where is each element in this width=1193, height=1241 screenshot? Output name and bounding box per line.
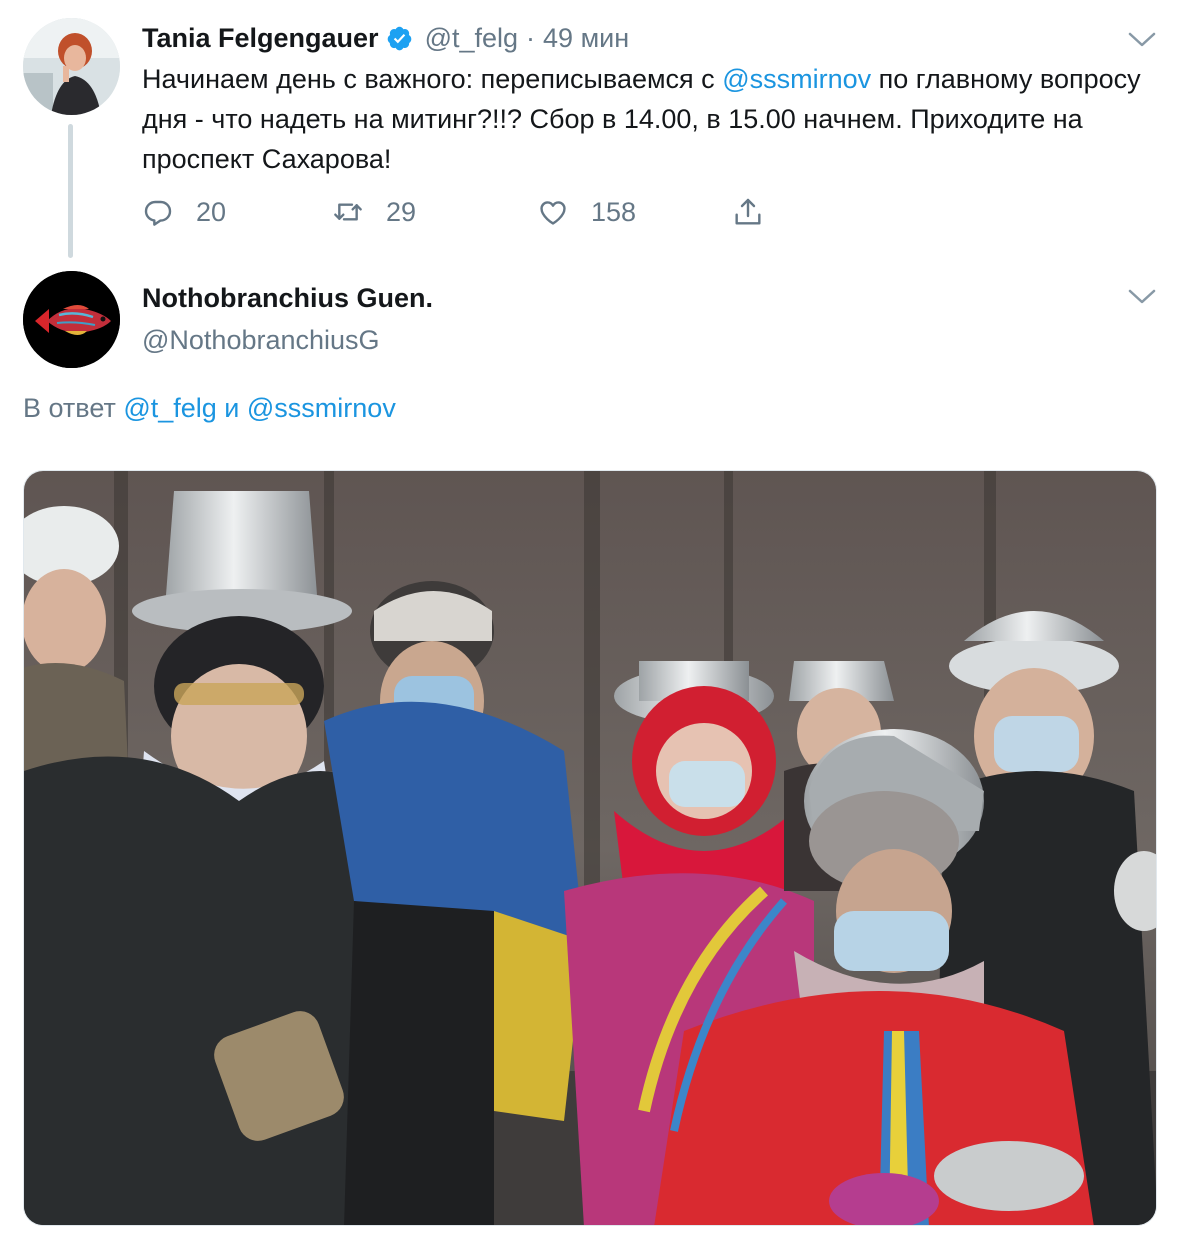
mention-link[interactable]: @sssmirnov: [722, 64, 871, 94]
tweet-thread: Tania Felgengauer @t_felg · 49 мин Начин…: [0, 0, 1193, 1241]
reply-mention-tfelg[interactable]: @t_felg: [123, 393, 216, 423]
tweet1-header: Tania Felgengauer @t_felg · 49 мин: [142, 20, 629, 56]
author-name[interactable]: Nothobranchius Guen.: [142, 283, 433, 314]
retweet-icon: [334, 203, 362, 221]
reply-to-line: В ответ @t_felg и @sssmirnov: [23, 393, 396, 424]
tweet-photo[interactable]: [23, 470, 1157, 1226]
verified-badge-icon: [387, 26, 411, 50]
share-icon: [735, 198, 761, 225]
reply-mention-sssmirnov[interactable]: @sssmirnov: [247, 393, 396, 423]
avatar-tania[interactable]: [23, 18, 120, 115]
reply-count: 20: [196, 196, 227, 227]
thread-connector-line: [68, 124, 73, 258]
reply-prefix: В ответ: [23, 393, 124, 423]
chevron-down-icon[interactable]: [1128, 289, 1156, 305]
tweet-time[interactable]: 49 мин: [543, 23, 629, 54]
reply-joiner: и: [216, 393, 247, 423]
avatar-nothobranchius[interactable]: [23, 271, 120, 368]
like-count: 158: [591, 196, 637, 227]
separator-dot: ·: [526, 22, 536, 53]
tweet-text-part1: Начинаем день с важного: переписываемся …: [142, 64, 723, 94]
reply-icon: [144, 200, 172, 226]
author-handle[interactable]: @t_felg: [425, 23, 518, 54]
reply-button[interactable]: 20: [142, 192, 226, 232]
like-button[interactable]: 158: [537, 192, 636, 232]
retweet-button[interactable]: 29: [332, 192, 416, 232]
retweet-count: 29: [386, 196, 417, 227]
photo-protest-image: [24, 471, 1156, 1225]
tweet1-text: Начинаем день с важного: переписываемся …: [142, 59, 1172, 179]
author-name[interactable]: Tania Felgengauer: [142, 23, 379, 54]
share-button[interactable]: [732, 192, 764, 232]
chevron-down-icon[interactable]: [1128, 32, 1156, 48]
author-handle[interactable]: @NothobranchiusG: [142, 325, 380, 356]
heart-icon: [540, 201, 566, 225]
